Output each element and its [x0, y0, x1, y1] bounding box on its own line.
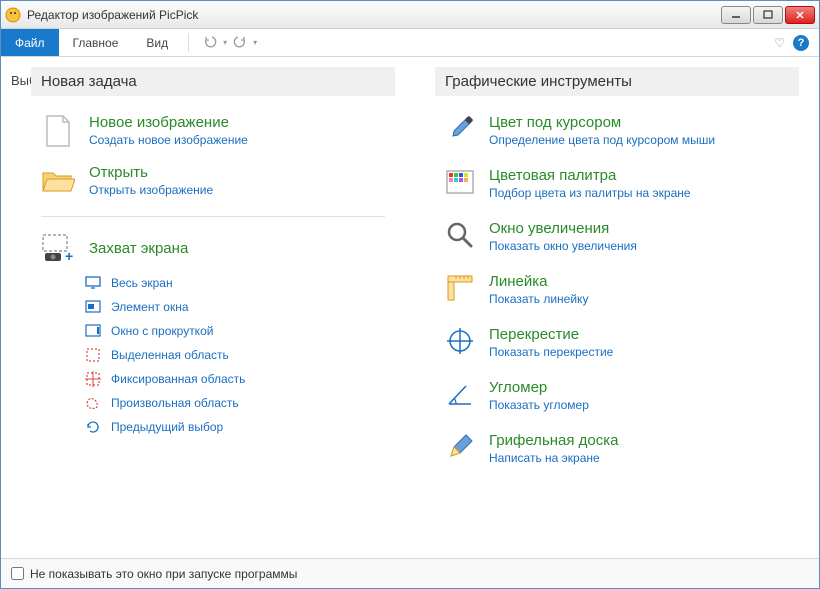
tool-protractor[interactable]: Угломер Показать угломер	[435, 373, 799, 426]
capture-label: Выделенная область	[111, 348, 229, 362]
fixed-region-icon	[85, 371, 101, 387]
tool-sub: Определение цвета под курсором мыши	[489, 133, 715, 147]
open-title: Открыть	[89, 164, 213, 181]
left-column: Новая задача Новое изображение Создать н…	[31, 67, 395, 558]
tool-crosshair[interactable]: Перекрестие Показать перекрестие	[435, 320, 799, 373]
tool-title: Угломер	[489, 379, 589, 396]
magnifier-icon	[445, 220, 475, 250]
monitor-icon	[85, 275, 101, 291]
capture-label: Предыдущий выбор	[111, 420, 223, 434]
tool-color-picker[interactable]: Цвет под курсором Определение цвета под к…	[435, 108, 799, 161]
dont-show-checkbox[interactable]	[11, 567, 24, 580]
tool-ruler[interactable]: Линейка Показать линейку	[435, 267, 799, 320]
capture-scrolling-window[interactable]: Окно с прокруткой	[85, 319, 385, 343]
tool-whiteboard[interactable]: Грифельная доска Написать на экране	[435, 426, 799, 479]
start-page: Новая задача Новое изображение Создать н…	[31, 57, 819, 558]
undo-icon[interactable]	[203, 34, 217, 51]
section-header-new-task: Новая задача	[31, 67, 395, 96]
eyedropper-icon	[445, 114, 475, 144]
tab-view[interactable]: Вид	[132, 29, 182, 56]
crosshair-icon	[445, 326, 475, 356]
tool-title: Цвет под курсором	[489, 114, 715, 131]
capture-fullscreen[interactable]: Весь экран	[85, 271, 385, 295]
window-title: Редактор изображений PicPick	[27, 8, 721, 22]
tool-magnifier[interactable]: Окно увеличения Показать окно увеличения	[435, 214, 799, 267]
region-icon	[85, 347, 101, 363]
folder-open-icon	[41, 164, 75, 198]
tool-color-palette[interactable]: Цветовая палитра Подбор цвета из палитры …	[435, 161, 799, 214]
content-area: Выб Новая задача Новое изображение Созда…	[1, 57, 819, 558]
capture-freehand[interactable]: Произвольная область	[85, 391, 385, 415]
tool-title: Окно увеличения	[489, 220, 637, 237]
ruler-icon	[445, 273, 475, 303]
footer: Не показывать это окно при запуске прогр…	[1, 558, 819, 588]
palette-icon	[445, 167, 475, 197]
tool-title: Цветовая палитра	[489, 167, 691, 184]
new-image-sub: Создать новое изображение	[89, 133, 248, 147]
capture-list: Весь экран Элемент окна Окно с прокрутко…	[31, 271, 395, 439]
ribbon: Файл Главное Вид ▾ ▾ ♡ ?	[1, 29, 819, 57]
minimize-button[interactable]	[721, 6, 751, 24]
maximize-button[interactable]	[753, 6, 783, 24]
capture-label: Элемент окна	[111, 300, 189, 314]
window-controls	[721, 6, 815, 24]
open-sub: Открыть изображение	[89, 183, 213, 197]
redo-icon[interactable]	[233, 34, 247, 51]
tool-title: Перекрестие	[489, 326, 613, 343]
screen-capture-title: Захват экрана	[89, 240, 188, 257]
tab-file[interactable]: Файл	[1, 29, 59, 56]
app-window: Редактор изображений PicPick Файл Главно…	[0, 0, 820, 589]
scroll-window-icon	[85, 323, 101, 339]
tool-sub: Показать окно увеличения	[489, 239, 637, 253]
tool-sub: Показать перекрестие	[489, 345, 613, 359]
screen-capture-header: + Захват экрана	[31, 227, 395, 271]
favorite-icon[interactable]: ♡	[774, 36, 785, 50]
camera-icon: +	[41, 233, 75, 263]
capture-window-control[interactable]: Элемент окна	[85, 295, 385, 319]
close-button[interactable]	[785, 6, 815, 24]
tool-sub: Показать линейку	[489, 292, 588, 306]
capture-repeat-last[interactable]: Предыдущий выбор	[85, 415, 385, 439]
new-image-item[interactable]: Новое изображение Создать новое изображе…	[31, 108, 395, 158]
window-control-icon	[85, 299, 101, 315]
dont-show-label: Не показывать это окно при запуске прогр…	[30, 567, 297, 581]
right-column: Графические инструменты Цвет под курсоро…	[435, 67, 799, 558]
help-icon[interactable]: ?	[793, 35, 809, 51]
tool-title: Грифельная доска	[489, 432, 619, 449]
capture-label: Весь экран	[111, 276, 173, 290]
separator	[188, 33, 189, 52]
new-image-title: Новое изображение	[89, 114, 248, 131]
app-icon	[5, 7, 21, 23]
tab-home[interactable]: Главное	[59, 29, 133, 56]
capture-label: Фиксированная область	[111, 372, 245, 386]
capture-region[interactable]: Выделенная область	[85, 343, 385, 367]
quick-access-toolbar: ▾ ▾	[195, 29, 257, 56]
pencil-icon	[445, 432, 475, 462]
tool-title: Линейка	[489, 273, 588, 290]
tool-sub: Показать угломер	[489, 398, 589, 412]
undo-dropdown-icon[interactable]: ▾	[223, 38, 227, 47]
divider	[41, 216, 385, 217]
capture-label: Окно с прокруткой	[111, 324, 213, 338]
capture-label: Произвольная область	[111, 396, 239, 410]
capture-fixed-region[interactable]: Фиксированная область	[85, 367, 385, 391]
new-file-icon	[41, 114, 75, 148]
open-item[interactable]: Открыть Открыть изображение	[31, 158, 395, 208]
tool-sub: Подбор цвета из палитры на экране	[489, 186, 691, 200]
tool-sub: Написать на экране	[489, 451, 619, 465]
freehand-icon	[85, 395, 101, 411]
titlebar: Редактор изображений PicPick	[1, 1, 819, 29]
svg-text:+: +	[65, 248, 73, 263]
side-panel-stub: Выб	[1, 57, 31, 558]
section-header-tools: Графические инструменты	[435, 67, 799, 96]
protractor-icon	[445, 379, 475, 409]
repeat-icon	[85, 419, 101, 435]
